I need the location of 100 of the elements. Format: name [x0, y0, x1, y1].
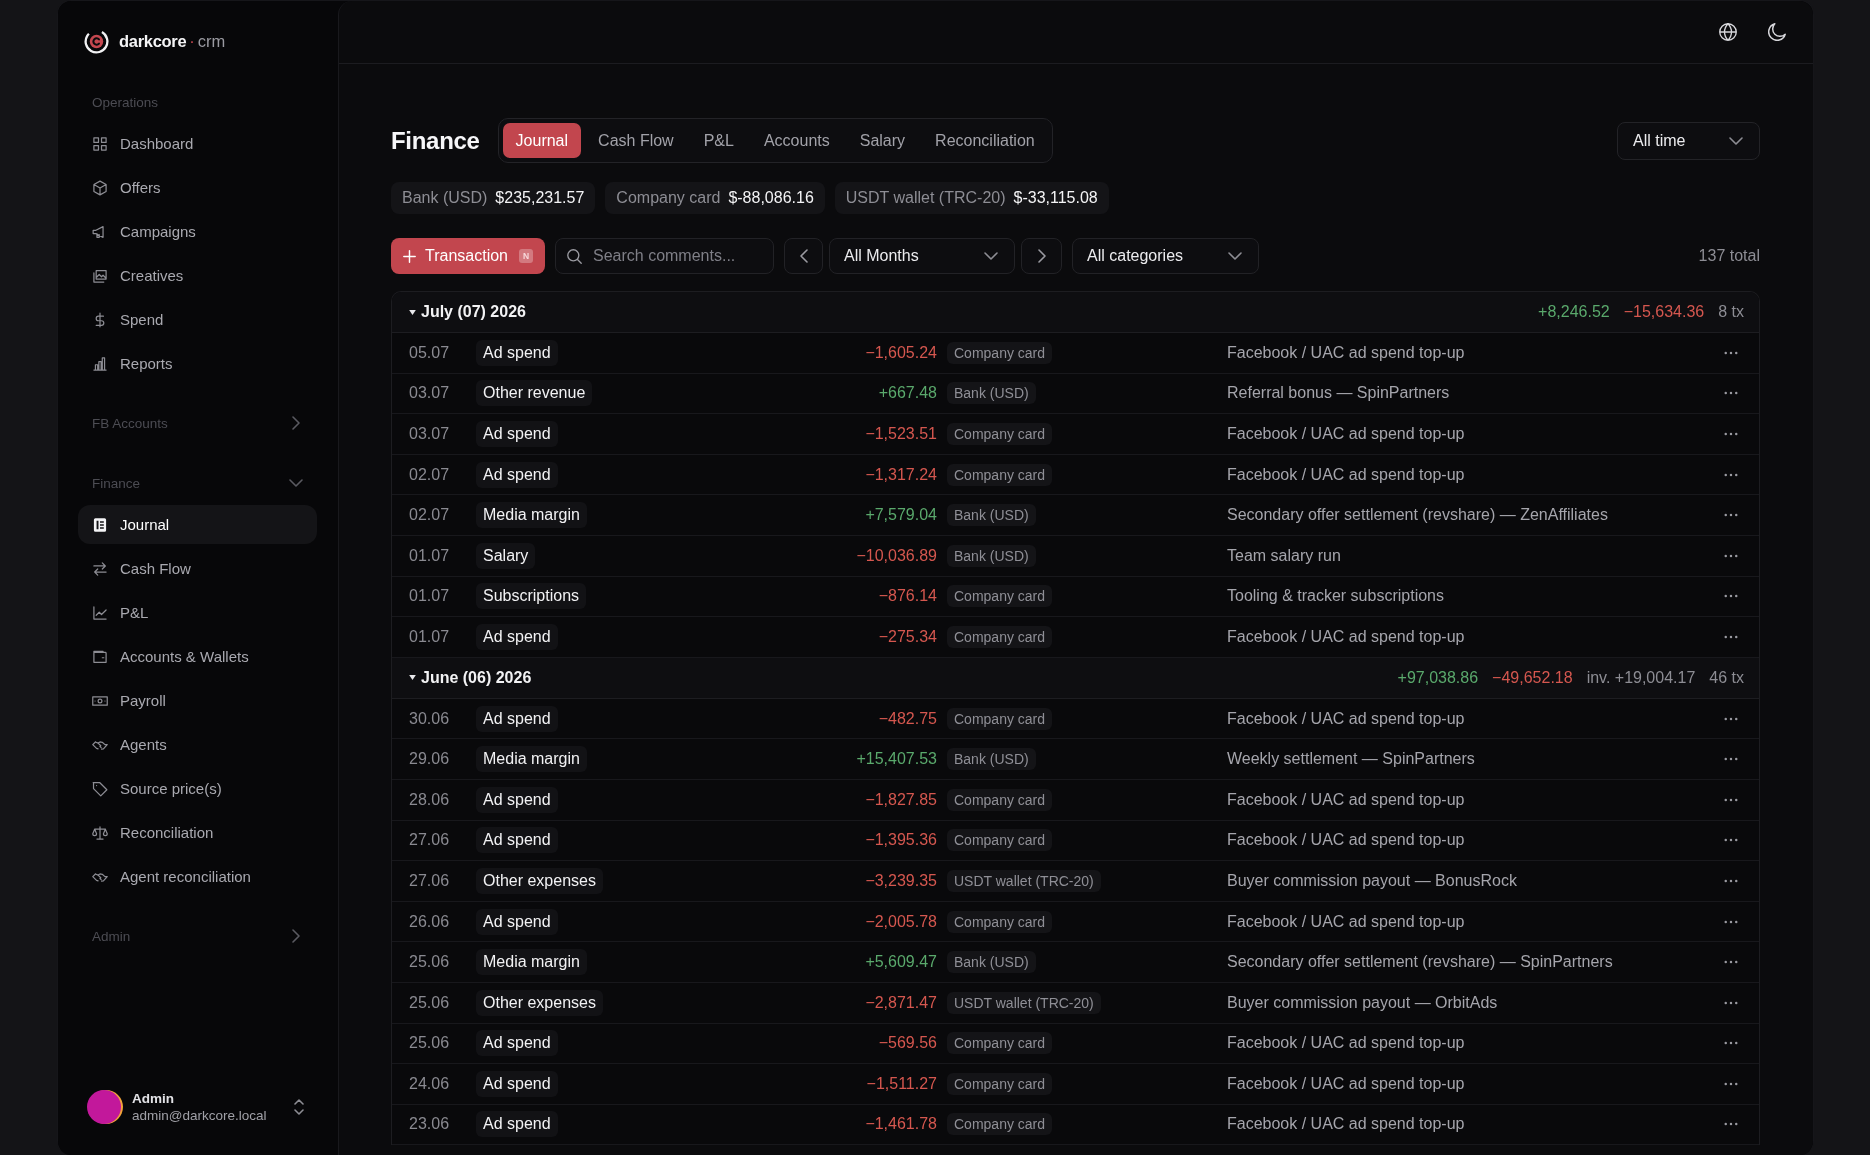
comment-cell-text: Secondary offer settlement (revshare) — ZenAffiliates [1227, 506, 1609, 525]
nav-item[interactable]: Campaigns [78, 212, 317, 251]
account-tag: Company card [947, 1113, 1053, 1136]
chevron-down-icon [289, 479, 303, 487]
date-cell-text: 29.06 [409, 750, 451, 769]
category-tag: Subscriptions [476, 583, 587, 610]
tab[interactable]: Salary [846, 123, 919, 158]
more-icon[interactable] [1724, 960, 1738, 965]
nav-item[interactable]: Journal [78, 505, 317, 544]
date-cell-text: 27.06 [409, 871, 451, 890]
plus-icon [403, 249, 416, 263]
comment-cell-text: Facebook / UAC ad spend top-up [1227, 790, 1466, 809]
month-select[interactable]: All Months [829, 238, 1015, 274]
account-tag: Company card [947, 585, 1053, 608]
nav-item[interactable]: Agents [78, 725, 317, 764]
nav-item[interactable]: Creatives [78, 256, 317, 295]
tab[interactable]: P&L [690, 123, 747, 158]
category-tag: Media margin [476, 502, 587, 529]
more-icon[interactable] [1724, 432, 1738, 436]
date-cell-text: 05.07 [409, 343, 451, 362]
balance-value: $-33,115.08 [1013, 189, 1098, 207]
balance-label: USDT wallet (TRC-20) [845, 189, 1006, 207]
category-tag: Other expenses [476, 867, 603, 894]
nav-item[interactable]: Offers [78, 168, 317, 207]
group-title: June (06) 2026 [421, 668, 532, 687]
nav-item[interactable]: Reconciliation [78, 813, 317, 852]
chevrons-up-down-icon[interactable] [294, 1099, 304, 1115]
comment-cell-text: Secondary offer settlement (revshare) — SpinPartners [1227, 953, 1614, 972]
more-icon[interactable] [1724, 350, 1738, 355]
nav-item[interactable]: Cash Flow [78, 549, 317, 588]
category-tag: Other revenue [476, 380, 593, 407]
more-icon[interactable] [1724, 513, 1738, 518]
account-tag: Company card [947, 788, 1053, 811]
tab[interactable]: Cash Flow [585, 123, 687, 158]
more-icon[interactable] [1724, 634, 1738, 639]
nav-item[interactable]: Payroll [78, 681, 317, 720]
chevron-down-icon [984, 252, 998, 260]
balance-value: $-88,086.16 [728, 189, 814, 207]
nav-item[interactable]: Source price(s) [78, 769, 317, 808]
more-icon[interactable] [1724, 838, 1738, 843]
more-icon[interactable] [1724, 919, 1738, 924]
user-email: admin@darkcore.local [132, 1107, 267, 1124]
nav-item[interactable]: P&L [78, 593, 317, 632]
account-tag: Bank (USD) [947, 748, 1036, 771]
comment-cell-text: Facebook / UAC ad spend top-up [1227, 465, 1466, 484]
date-cell-text: 24.06 [409, 1074, 451, 1093]
more-icon[interactable] [1724, 472, 1738, 477]
moon-icon[interactable] [1768, 23, 1786, 41]
more-icon[interactable] [1724, 1122, 1738, 1127]
caret-down-icon[interactable] [409, 309, 416, 315]
comment-cell-text: Facebook / UAC ad spend top-up [1227, 1074, 1466, 1093]
category-select[interactable]: All categories [1072, 238, 1259, 274]
chevron-down-icon [1228, 252, 1242, 260]
comment-cell-text: Team salary run [1227, 546, 1342, 565]
more-icon[interactable] [1724, 878, 1738, 883]
account-tag: USDT wallet (TRC-20) [947, 869, 1101, 892]
date-cell-text: 03.07 [409, 425, 451, 443]
section-label: Operations [91, 93, 160, 112]
more-icon[interactable] [1724, 797, 1738, 802]
avatar-icon [87, 1089, 123, 1125]
nav-item[interactable]: Dashboard [78, 124, 317, 163]
comment-cell-text: Facebook / UAC ad spend top-up [1227, 1115, 1466, 1134]
caret-down-icon[interactable] [409, 675, 416, 681]
nav-item[interactable]: Spend [78, 300, 317, 339]
category-tag: Ad spend [476, 461, 558, 488]
more-icon[interactable] [1724, 757, 1738, 762]
tab[interactable]: Reconciliation [922, 123, 1048, 158]
line-chart-icon [92, 604, 108, 621]
more-icon[interactable] [1724, 391, 1738, 396]
group-total: 46 tx [1709, 668, 1744, 687]
tab[interactable]: Journal [502, 123, 582, 158]
amount-cell-text: −1,395.36 [864, 831, 937, 850]
amount-cell-text: −2,005.78 [864, 912, 937, 931]
amount-cell-text: −569.56 [877, 1034, 937, 1053]
nav-item[interactable]: Reports [78, 344, 317, 383]
more-icon[interactable] [1724, 1041, 1738, 1046]
more-icon[interactable] [1724, 1081, 1738, 1086]
add-transaction-button[interactable]: Transaction N [391, 238, 545, 274]
period-select[interactable]: All time [1617, 121, 1760, 160]
more-icon[interactable] [1724, 553, 1738, 558]
nav-item[interactable]: Accounts & Wallets [78, 637, 317, 676]
category-tag: Ad spend [476, 1030, 558, 1057]
chevron-right-icon [292, 929, 300, 943]
category-tag: Ad spend [476, 705, 558, 732]
tab[interactable]: Accounts [750, 123, 843, 158]
date-cell-text: 01.07 [409, 587, 451, 606]
search-field[interactable]: Search comments... [555, 238, 774, 274]
date-cell-text: 01.07 [409, 546, 451, 565]
amount-cell-text: −1,523.51 [864, 425, 937, 443]
previous-month-button[interactable] [784, 238, 823, 274]
comment-cell-text: Weekly settlement — SpinPartners [1227, 750, 1476, 769]
globe-icon[interactable] [1719, 23, 1737, 41]
more-icon[interactable] [1724, 594, 1738, 599]
category-tag: Media margin [476, 746, 587, 773]
next-month-button[interactable] [1021, 238, 1062, 274]
balance-label: Bank (USD) [402, 189, 488, 207]
more-icon[interactable] [1724, 1000, 1738, 1005]
more-icon[interactable] [1724, 716, 1738, 721]
logo-icon [84, 28, 109, 54]
nav-item[interactable]: Agent reconciliation [78, 857, 317, 896]
